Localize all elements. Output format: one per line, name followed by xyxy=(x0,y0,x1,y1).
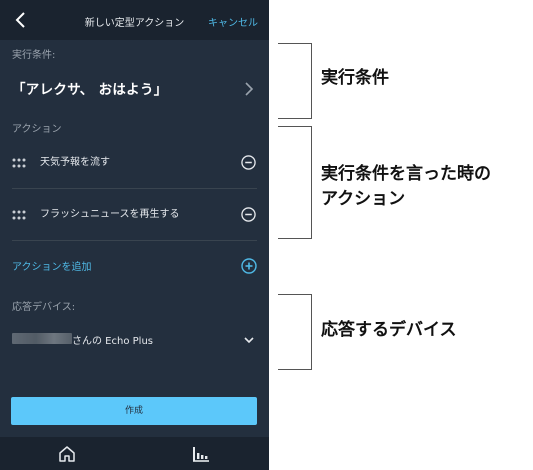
actions-bracket xyxy=(278,126,312,239)
bottom-nav xyxy=(0,437,269,470)
plus-circle-icon[interactable] xyxy=(241,258,257,274)
create-button[interactable]: 作成 xyxy=(11,397,257,425)
action-label: フラッシュニュースを再生する xyxy=(40,209,180,220)
trigger-section-label: 実行条件: xyxy=(12,50,56,61)
page: 新しい定型アクション キャンセル 実行条件: 「アレクサ、 おはよう」 アクショ… xyxy=(0,0,533,470)
device-annotation: 応答するデバイス xyxy=(321,320,457,340)
actions-section-label: アクション xyxy=(12,124,62,135)
action-item[interactable]: フラッシュニュースを再生する xyxy=(0,190,269,240)
actions-annotation-line2: アクション xyxy=(321,189,406,209)
divider xyxy=(12,188,257,189)
routine-editor-screen: 新しい定型アクション キャンセル 実行条件: 「アレクサ、 おはよう」 アクショ… xyxy=(0,0,269,470)
chevron-down-icon xyxy=(244,337,254,344)
add-action-button[interactable]: アクションを追加 xyxy=(12,258,92,273)
redacted-user-name xyxy=(12,333,72,344)
action-label: 天気予報を流す xyxy=(40,157,110,168)
actions-annotation-line1: 実行条件を言った時の xyxy=(321,164,491,184)
chevron-right-icon xyxy=(245,82,254,96)
drag-grip-icon[interactable] xyxy=(12,210,26,220)
home-icon[interactable] xyxy=(58,445,76,463)
cancel-button[interactable]: キャンセル xyxy=(208,14,258,29)
trigger-row[interactable]: 「アレクサ、 おはよう」 xyxy=(0,66,269,108)
divider xyxy=(12,240,257,241)
action-item[interactable]: 天気予報を流す xyxy=(0,138,269,188)
trigger-phrase: 「アレクサ、 おはよう」 xyxy=(12,82,168,98)
trigger-annotation: 実行条件 xyxy=(321,68,389,88)
top-bar: 新しい定型アクション キャンセル xyxy=(0,0,269,40)
drag-grip-icon[interactable] xyxy=(12,158,26,168)
minus-circle-icon[interactable] xyxy=(241,207,256,222)
minus-circle-icon[interactable] xyxy=(241,155,256,170)
device-section-label: 応答デバイス: xyxy=(12,302,76,313)
activity-icon[interactable] xyxy=(192,446,210,462)
trigger-bracket xyxy=(278,43,312,119)
device-select[interactable]: さんの Echo Plus xyxy=(0,318,269,360)
device-bracket xyxy=(278,294,312,370)
device-name: さんの Echo Plus xyxy=(72,336,153,347)
